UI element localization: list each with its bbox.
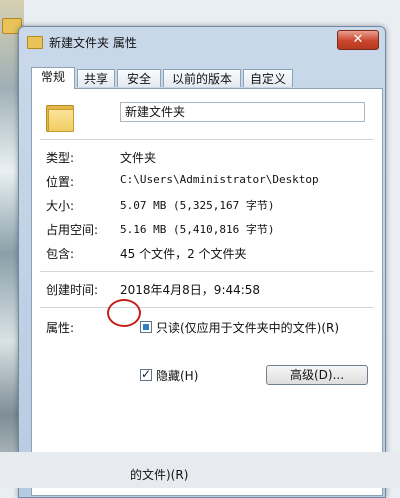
divider xyxy=(40,307,374,308)
type-value: 文件夹 xyxy=(120,151,157,165)
tab-customize[interactable]: 自定义 xyxy=(243,69,293,87)
tab-general[interactable]: 常规 xyxy=(31,67,75,89)
size-on-disk-value: 5.16 MB (5,410,816 字节) xyxy=(120,223,275,236)
highlight-circle xyxy=(107,299,141,327)
bottom-overlay xyxy=(0,452,400,488)
folder-icon xyxy=(27,36,43,49)
advanced-button[interactable]: 高级(D)... xyxy=(266,365,368,385)
divider xyxy=(40,271,374,272)
size-label: 大小: xyxy=(46,199,75,213)
readonly-checkbox[interactable] xyxy=(140,321,152,333)
window-title: 新建文件夹 属性 xyxy=(49,36,137,50)
location-value: C:\Users\Administrator\Desktop xyxy=(120,173,319,186)
bottom-text: 的文件)(R) xyxy=(130,468,189,482)
created-value: 2018年4月8日，9:44:58 xyxy=(120,283,261,297)
tab-sharing[interactable]: 共享 xyxy=(77,69,115,87)
type-label: 类型: xyxy=(46,151,75,165)
attributes-label: 属性: xyxy=(46,321,75,335)
contains-value: 45 个文件，2 个文件夹 xyxy=(120,247,247,261)
title-bar[interactable]: 新建文件夹 属性 ✕ xyxy=(19,27,385,55)
tab-previous-versions[interactable]: 以前的版本 xyxy=(163,69,241,87)
created-label: 创建时间: xyxy=(46,283,99,297)
size-on-disk-label: 占用空间: xyxy=(46,223,99,237)
close-button[interactable]: ✕ xyxy=(337,30,379,50)
properties-dialog: 新建文件夹 属性 ✕ 常规 共享 安全 以前的版本 自定义 新建文件夹 类型: … xyxy=(18,26,386,498)
location-label: 位置: xyxy=(46,175,75,189)
divider xyxy=(40,139,374,140)
hidden-label[interactable]: 隐藏(H) xyxy=(156,367,198,384)
readonly-label[interactable]: 只读(仅应用于文件夹中的文件)(R) xyxy=(156,319,339,336)
size-value: 5.07 MB (5,325,167 字节) xyxy=(120,199,275,212)
folder-name-field[interactable]: 新建文件夹 xyxy=(120,102,365,122)
hidden-checkbox[interactable] xyxy=(140,367,152,381)
contains-label: 包含: xyxy=(46,247,75,261)
general-panel: 新建文件夹 类型: 文件夹 位置: C:\Users\Administrator… xyxy=(31,88,383,496)
tab-security[interactable]: 安全 xyxy=(117,69,161,87)
folder-icon xyxy=(46,101,74,132)
